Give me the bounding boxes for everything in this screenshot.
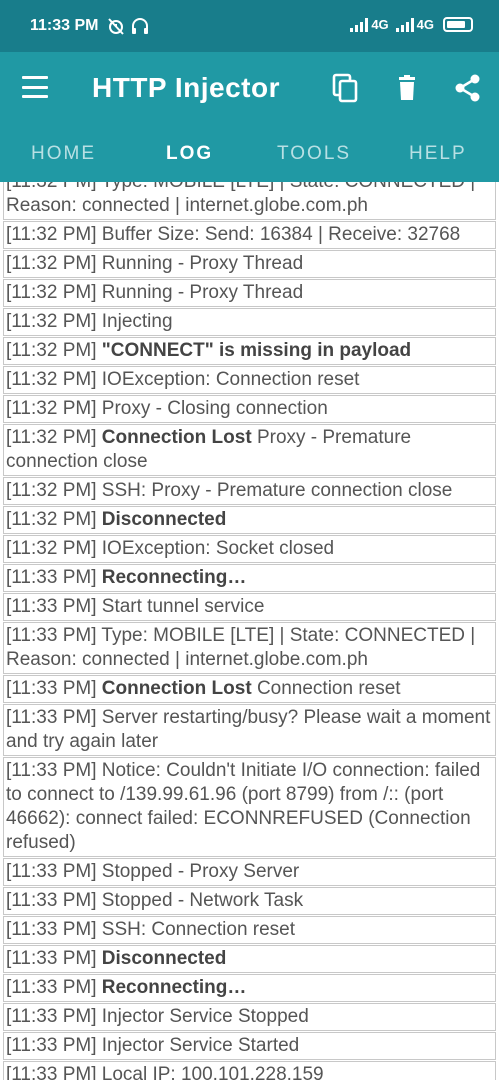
log-message: IOException: Connection reset xyxy=(101,369,360,390)
tab-log[interactable]: LOG xyxy=(166,143,213,165)
tab-help[interactable]: HELP xyxy=(409,143,467,165)
log-entry: [11:33 PM] Injector Service Started xyxy=(3,1032,496,1060)
log-entry: [11:32 PM] "CONNECT" is missing in paylo… xyxy=(3,337,496,365)
log-timestamp: [11:33 PM] xyxy=(6,919,97,940)
log-entry: [11:32 PM] Disconnected xyxy=(3,506,496,534)
share-button[interactable] xyxy=(452,72,484,104)
alarm-off-icon xyxy=(106,16,126,41)
log-message: Proxy - Closing connection xyxy=(101,398,328,419)
log-timestamp: [11:32 PM] xyxy=(6,538,97,559)
log-timestamp: [11:33 PM] xyxy=(6,890,97,911)
delete-button[interactable] xyxy=(391,72,423,104)
log-timestamp: [11:33 PM] xyxy=(6,707,97,728)
log-timestamp: [11:33 PM] xyxy=(6,1035,97,1056)
log-timestamp: [11:32 PM] xyxy=(6,253,97,274)
log-entry: [11:33 PM] Type: MOBILE [LTE] | State: C… xyxy=(3,622,496,674)
tab-bar: HOME LOG TOOLS HELP xyxy=(0,124,499,182)
battery-icon xyxy=(443,17,473,32)
log-timestamp: [11:33 PM] xyxy=(6,1064,97,1080)
log-message: Buffer Size: Send: 16384 | Receive: 3276… xyxy=(101,224,461,245)
log-entry: [11:32 PM] IOException: Connection reset xyxy=(3,366,496,394)
log-entry: [11:33 PM] Connection Lost Connection re… xyxy=(3,675,496,703)
log-message: Running - Proxy Thread xyxy=(101,282,304,303)
log-status: Disconnected xyxy=(101,509,227,530)
log-entry: [11:33 PM] Server restarting/busy? Pleas… xyxy=(3,704,496,756)
log-entry: [11:33 PM] Stopped - Network Task xyxy=(3,887,496,915)
log-timestamp: [11:32 PM] xyxy=(6,311,97,332)
share-icon xyxy=(455,74,480,102)
log-timestamp: [11:33 PM] xyxy=(6,977,97,998)
log-timestamp: [11:32 PM] xyxy=(6,340,97,361)
log-entry: [11:33 PM] Reconnecting… xyxy=(3,564,496,592)
log-timestamp: [11:33 PM] xyxy=(6,1006,97,1027)
log-message: Local IP: 100.101.228.159 xyxy=(101,1064,324,1080)
trash-icon xyxy=(399,75,415,100)
log-message: Injector Service Stopped xyxy=(101,1006,309,1027)
copy-icon xyxy=(332,73,358,103)
log-status: Reconnecting… xyxy=(101,567,247,588)
log-timestamp: [11:33 PM] xyxy=(6,678,97,699)
tab-home[interactable]: HOME xyxy=(31,143,96,165)
log-entry: [11:32 PM] IOException: Socket closed xyxy=(3,535,496,563)
log-entry: [11:33 PM] Reconnecting… xyxy=(3,974,496,1002)
log-entry: [11:33 PM] Local IP: 100.101.228.159 xyxy=(3,1061,496,1080)
log-timestamp: [11:32 PM] xyxy=(6,509,97,530)
log-status: Reconnecting… xyxy=(101,977,247,998)
headset-icon xyxy=(130,16,150,41)
log-timestamp: [11:33 PM] xyxy=(6,625,97,646)
log-entry: [11:33 PM] Start tunnel service xyxy=(3,593,496,621)
log-entry: [11:32 PM] Injecting xyxy=(3,308,496,336)
log-message: Stopped - Proxy Server xyxy=(101,861,300,882)
log-entry: [11:32 PM] Connection Lost Proxy - Prema… xyxy=(3,424,496,476)
log-timestamp: [11:32 PM] xyxy=(6,369,97,390)
log-message: Stopped - Network Task xyxy=(101,890,304,911)
log-message: SSH: Connection reset xyxy=(101,919,296,940)
log-entry: [11:33 PM] Stopped - Proxy Server xyxy=(3,858,496,886)
log-message: Injecting xyxy=(101,311,173,332)
log-timestamp: [11:32 PM] xyxy=(6,480,97,501)
log-entry: [11:32 PM] Type: MOBILE [LTE] | State: C… xyxy=(3,182,496,220)
log-status: Connection Lost xyxy=(101,427,252,448)
log-timestamp: [11:33 PM] xyxy=(6,760,97,781)
log-status: Disconnected xyxy=(101,948,227,969)
log-timestamp: [11:32 PM] xyxy=(6,427,97,448)
network-type-2: 4G xyxy=(416,17,434,32)
log-timestamp: [11:33 PM] xyxy=(6,948,97,969)
log-timestamp: [11:32 PM] xyxy=(6,398,97,419)
log-list[interactable]: [11:32 PM] Type: MOBILE [LTE] | State: C… xyxy=(0,182,499,1080)
signal-icon-2 xyxy=(395,17,414,32)
log-entry: [11:32 PM] Proxy - Closing connection xyxy=(3,395,496,423)
app-toolbar: HTTP Injector xyxy=(0,52,499,124)
log-status: "CONNECT" is missing in payload xyxy=(101,340,412,361)
log-message: IOException: Socket closed xyxy=(101,538,335,559)
log-entry: [11:33 PM] SSH: Connection reset xyxy=(3,916,496,944)
log-timestamp: [11:32 PM] xyxy=(6,282,97,303)
log-timestamp: [11:32 PM] xyxy=(6,182,96,192)
log-entry: [11:32 PM] SSH: Proxy - Premature connec… xyxy=(3,477,496,505)
log-message: Start tunnel service xyxy=(101,596,265,617)
log-entry: [11:33 PM] Notice: Couldn't Initiate I/O… xyxy=(3,757,496,857)
log-entry: [11:33 PM] Disconnected xyxy=(3,945,496,973)
log-message: Connection reset xyxy=(256,678,401,699)
log-message: SSH: Proxy - Premature connection close xyxy=(101,480,453,501)
log-status: Connection Lost xyxy=(101,678,252,699)
menu-icon[interactable] xyxy=(22,76,48,98)
log-entry: [11:32 PM] Buffer Size: Send: 16384 | Re… xyxy=(3,221,496,249)
status-bar: 11:33 PM 4G 4G xyxy=(0,0,499,52)
tab-tools[interactable]: TOOLS xyxy=(277,143,351,165)
status-time: 11:33 PM xyxy=(30,17,99,34)
log-entry: [11:32 PM] Running - Proxy Thread xyxy=(3,250,496,278)
app-title: HTTP Injector xyxy=(92,72,281,103)
log-entry: [11:32 PM] Running - Proxy Thread xyxy=(3,279,496,307)
log-timestamp: [11:32 PM] xyxy=(6,224,97,245)
log-timestamp: [11:33 PM] xyxy=(6,861,97,882)
signal-icon xyxy=(350,17,369,32)
log-message: Injector Service Started xyxy=(101,1035,300,1056)
network-type-1: 4G xyxy=(371,17,389,32)
log-entry: [11:33 PM] Injector Service Stopped xyxy=(3,1003,496,1031)
log-timestamp: [11:33 PM] xyxy=(6,567,97,588)
log-message: Running - Proxy Thread xyxy=(101,253,304,274)
copy-button[interactable] xyxy=(330,72,362,104)
log-timestamp: [11:33 PM] xyxy=(6,596,97,617)
